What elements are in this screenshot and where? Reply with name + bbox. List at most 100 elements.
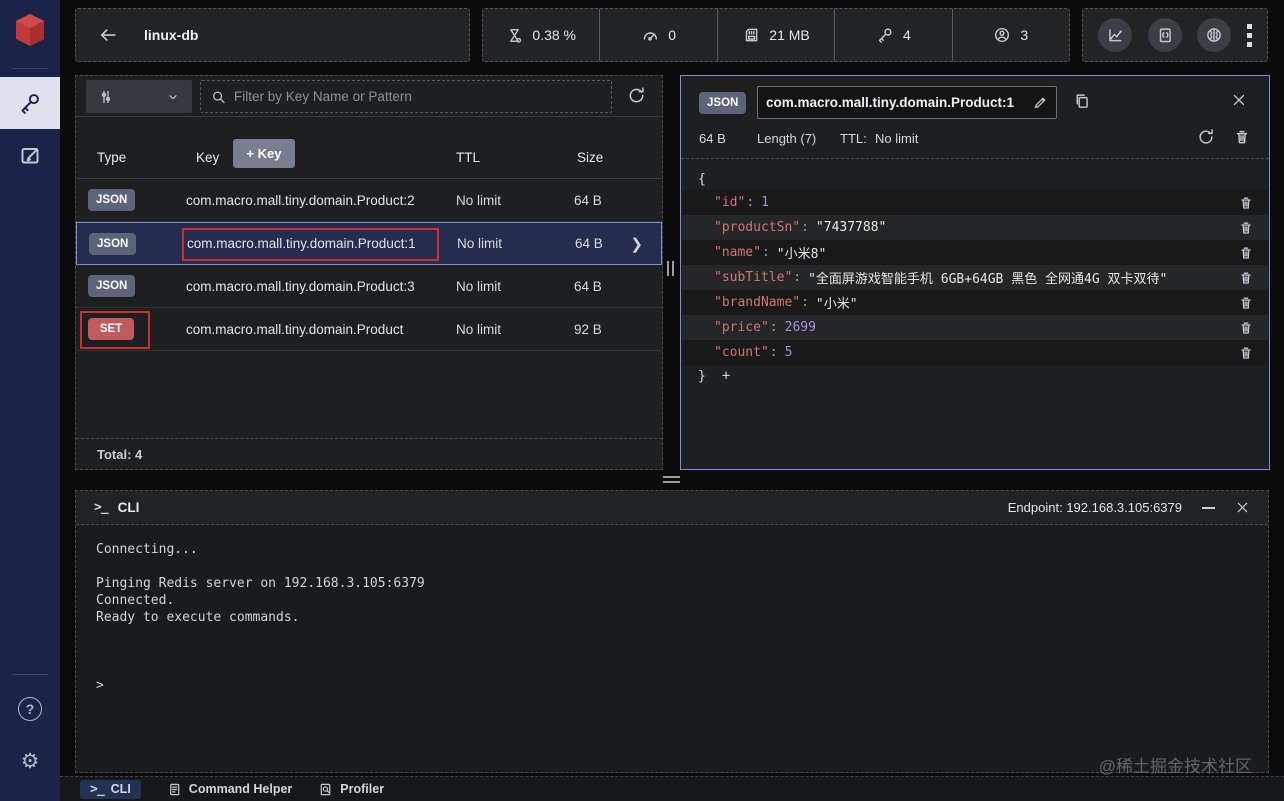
json-key: "brandName" <box>714 295 800 310</box>
sidebar-item-workbench[interactable] <box>0 129 60 181</box>
type-badge-json: JSON <box>88 189 135 211</box>
minimize-cli-icon[interactable] <box>1202 507 1215 509</box>
delete-key-button[interactable] <box>1233 128 1251 146</box>
stat-ops-value: 0 <box>668 27 676 43</box>
settings-gear-icon: ⚙ <box>21 751 40 772</box>
insights-button[interactable] <box>1197 18 1231 52</box>
json-key: "id" <box>714 195 745 210</box>
memory-card-icon <box>742 26 760 44</box>
json-key: "count" <box>714 345 769 360</box>
add-json-field-button[interactable]: + <box>722 368 730 384</box>
details-divider <box>681 158 1269 159</box>
chevron-right-icon: ❯ <box>630 235 643 253</box>
key-size: 64 B <box>574 279 634 294</box>
delete-field-button[interactable] <box>1238 270 1254 286</box>
stat-clients: 3 <box>952 9 1069 61</box>
json-value: "全面屏游戏智能手机 6GB+64GB 黑色 全网通4G 双卡双待" <box>808 268 1167 287</box>
tab-profiler[interactable]: Profiler <box>318 782 384 797</box>
key-table-header: Type Key + Key TTL Size <box>76 117 662 179</box>
json-field-price[interactable]: "price":2699 <box>682 315 1268 340</box>
overflow-menu-icon[interactable] <box>1247 24 1252 47</box>
stat-keys-value: 4 <box>903 27 911 43</box>
json-field-id[interactable]: "id":1 <box>682 190 1268 215</box>
sidebar-item-help[interactable]: ? <box>0 683 60 735</box>
edit-pencil-icon[interactable] <box>1032 95 1048 111</box>
endpoint-value: 192.168.3.105:6379 <box>1066 500 1182 515</box>
sidebar-divider-bottom <box>12 674 48 675</box>
json-field-name[interactable]: "name":"小米8" <box>682 240 1268 265</box>
back-arrow-icon[interactable] <box>98 25 118 45</box>
refresh-value-button[interactable] <box>1197 128 1215 146</box>
key-row-product-3[interactable]: JSON com.macro.mall.tiny.domain.Product:… <box>76 265 662 308</box>
cli-title: >_ CLI <box>94 500 139 515</box>
database-header: linux-db <box>75 8 470 62</box>
total-keys-label: Total: 4 <box>76 438 662 469</box>
json-viewer: { "id":1 "productSn":"7437788" "name":"小… <box>682 168 1268 387</box>
workbench-button[interactable] <box>1148 18 1182 52</box>
trash-icon <box>1238 220 1254 236</box>
key-type-filter-dropdown[interactable] <box>86 80 192 113</box>
horizontal-splitter-handle[interactable] <box>663 476 680 483</box>
cli-header-right: Endpoint: 192.168.3.105:6379 <box>1008 500 1250 515</box>
sidebar-item-settings[interactable]: ⚙ <box>0 735 60 787</box>
database-stats: 0.38 % 0 21 MB 4 <box>482 8 1070 62</box>
key-row-product-set[interactable]: SET com.macro.mall.tiny.domain.Product N… <box>76 308 662 351</box>
ttl-label: TTL: <box>840 131 867 146</box>
trash-icon <box>1238 295 1254 311</box>
redisinsight-app: ? ⚙ linux-db 0.38 % 0 <box>0 0 1284 801</box>
json-value: 5 <box>785 345 793 360</box>
json-value: 2699 <box>785 320 816 335</box>
sidebar-item-browser[interactable] <box>0 77 60 129</box>
key-search-input[interactable] <box>234 89 601 104</box>
type-badge-json: JSON <box>88 275 135 297</box>
tab-command-helper[interactable]: Command Helper <box>167 782 293 797</box>
key-size: 92 B <box>574 322 634 337</box>
json-field-productSn[interactable]: "productSn":"7437788" <box>682 215 1268 240</box>
column-key: Key <box>196 150 219 165</box>
key-size: 64 B <box>575 236 635 251</box>
stat-memory-value: 21 MB <box>769 27 809 43</box>
vertical-splitter-handle[interactable] <box>667 261 674 276</box>
insights-brain-icon <box>1205 26 1223 44</box>
redis-logo <box>0 0 60 60</box>
add-key-button[interactable]: + Key <box>233 139 295 168</box>
trash-icon <box>1238 245 1254 261</box>
key-name: com.macro.mall.tiny.domain.Product:1 <box>187 236 416 251</box>
cli-output[interactable]: Connecting... Pinging Redis server on 19… <box>76 525 1268 772</box>
ttl-value: No limit <box>875 131 918 146</box>
key-details-meta: 64 B Length (7) TTL: No limit <box>681 124 1269 154</box>
trash-icon <box>1238 320 1254 336</box>
delete-field-button[interactable] <box>1238 320 1254 336</box>
tab-cli[interactable]: >_ CLI <box>80 780 141 799</box>
cli-endpoint: Endpoint: 192.168.3.105:6379 <box>1008 500 1182 515</box>
json-close-brace: } <box>698 369 706 384</box>
header-actions <box>1082 8 1268 62</box>
key-ttl: No limit <box>456 279 501 294</box>
close-cli-icon[interactable] <box>1235 500 1250 515</box>
copy-key-button[interactable] <box>1073 92 1091 110</box>
refresh-keys-button[interactable] <box>627 86 646 105</box>
analytics-button[interactable] <box>1098 18 1132 52</box>
key-name-field[interactable]: com.macro.mall.tiny.domain.Product:1 <box>757 86 1057 119</box>
terminal-icon: >_ <box>90 782 104 797</box>
json-field-subTitle[interactable]: "subTitle":"全面屏游戏智能手机 6GB+64GB 黑色 全网通4G … <box>682 265 1268 290</box>
key-row-product-2[interactable]: JSON com.macro.mall.tiny.domain.Product:… <box>76 179 662 222</box>
trash-icon <box>1238 195 1254 211</box>
refresh-icon <box>627 86 646 105</box>
delete-field-button[interactable] <box>1238 345 1254 361</box>
cli-title-label: CLI <box>118 500 140 515</box>
key-row-product-1-selected[interactable]: JSON com.macro.mall.tiny.domain.Product:… <box>76 222 662 265</box>
delete-field-button[interactable] <box>1238 245 1254 261</box>
ops-gauge-icon <box>641 26 659 44</box>
cli-prompt[interactable]: > <box>96 677 1248 694</box>
close-icon <box>1231 92 1247 108</box>
delete-field-button[interactable] <box>1238 195 1254 211</box>
json-field-count[interactable]: "count":5 <box>682 340 1268 365</box>
json-field-brandName[interactable]: "brandName":"小米" <box>682 290 1268 315</box>
delete-field-button[interactable] <box>1238 220 1254 236</box>
cpu-hourglass-icon <box>506 27 523 44</box>
delete-field-button[interactable] <box>1238 295 1254 311</box>
refresh-icon <box>1197 128 1215 146</box>
chevron-down-icon <box>166 90 180 104</box>
close-details-button[interactable] <box>1231 92 1247 108</box>
